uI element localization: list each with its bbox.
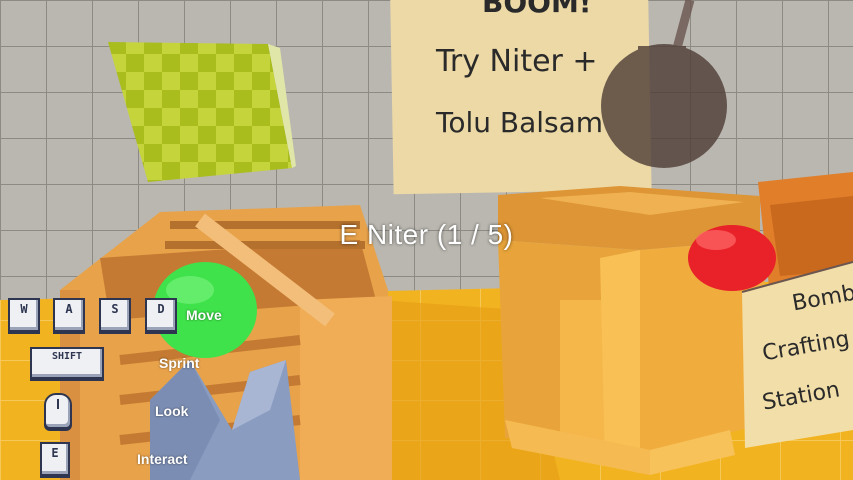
sprint-label: Sprint	[159, 355, 200, 371]
key-d: D	[145, 298, 177, 332]
key-s: S	[99, 298, 131, 332]
poster-line-2: Tolu Balsam	[436, 106, 604, 139]
poster-heading: BOOM!	[482, 0, 592, 19]
key-shift: SHIFT	[30, 347, 104, 379]
mouse-icon	[44, 393, 72, 429]
key-a: A	[53, 298, 85, 332]
key-e: E	[40, 442, 70, 476]
look-label: Look	[155, 403, 189, 419]
key-w: W	[8, 298, 40, 332]
poster-line-1: Try Niter +	[436, 44, 598, 79]
interact-prompt: E Niter (1 / 5)	[339, 219, 514, 250]
move-label: Move	[186, 307, 222, 323]
interact-label: Interact	[137, 451, 188, 467]
